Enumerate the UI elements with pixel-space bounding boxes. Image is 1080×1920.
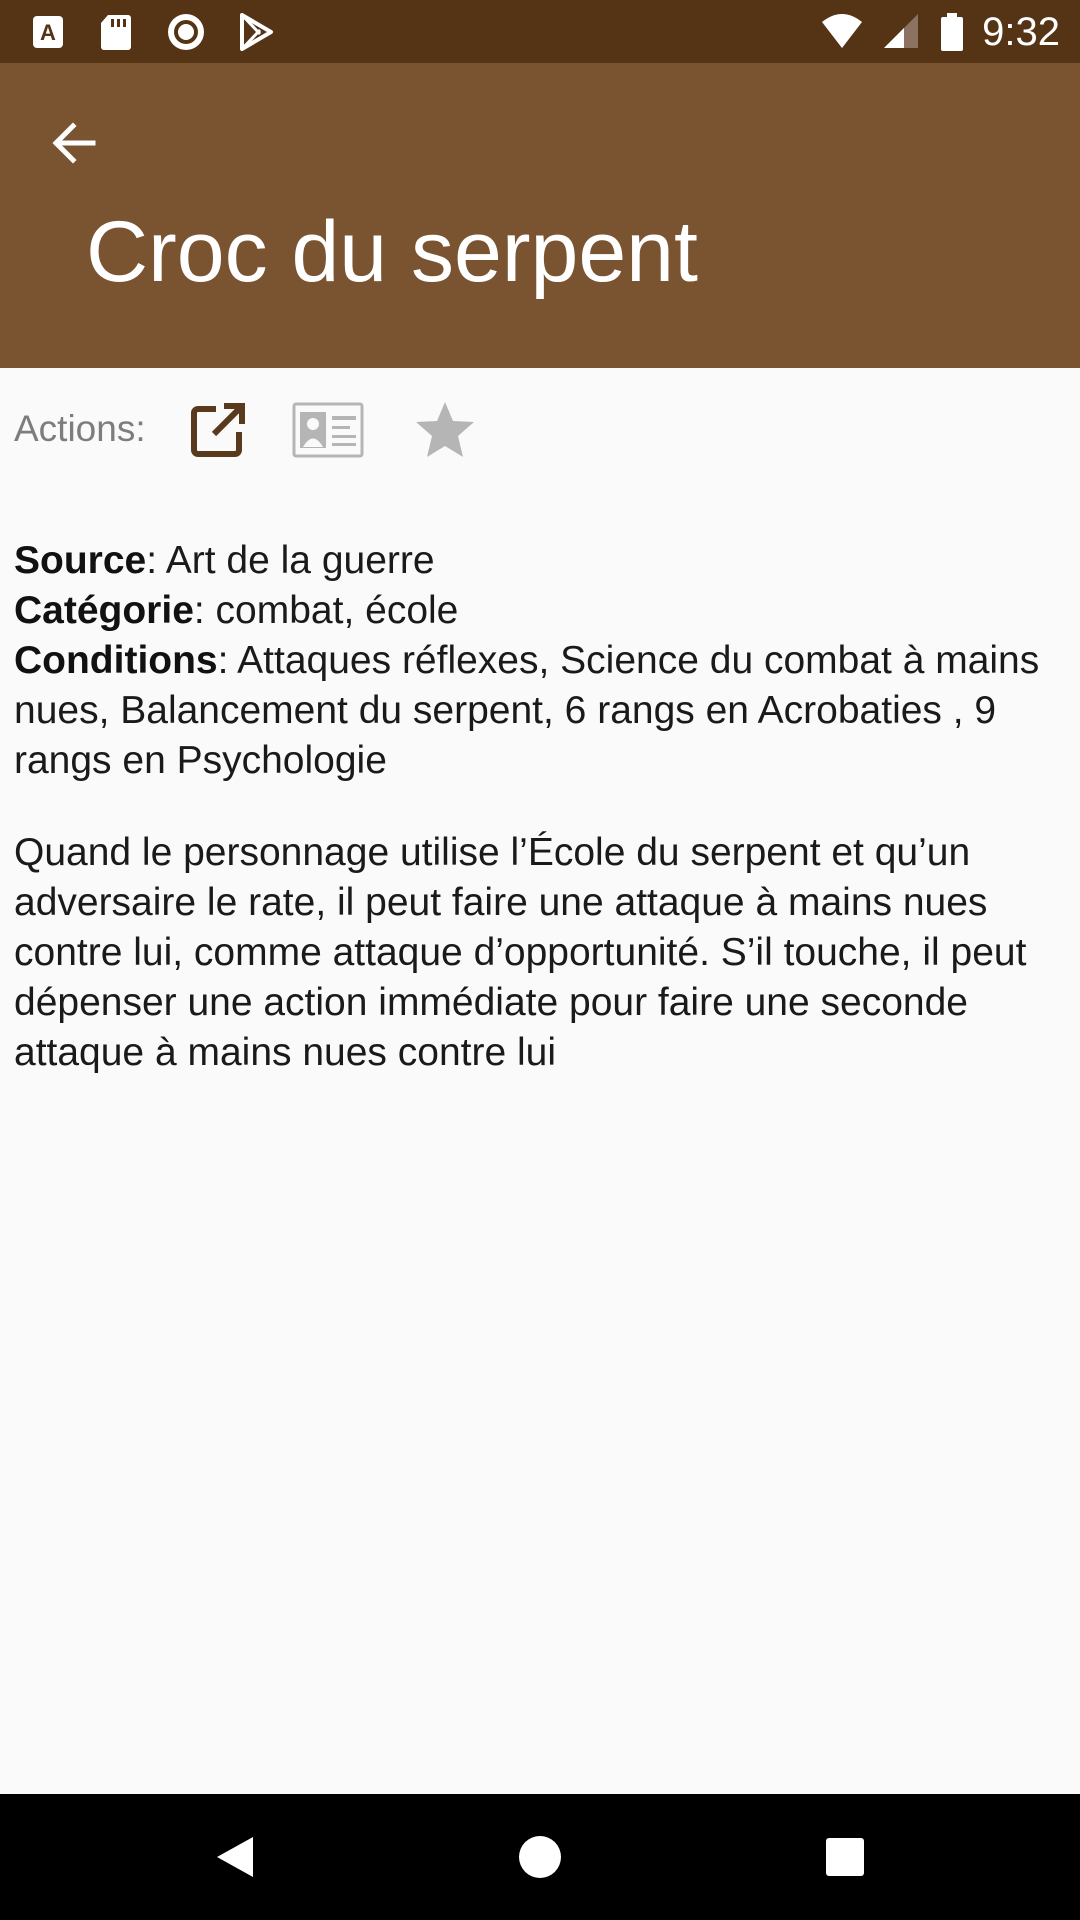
status-bar: A 9:32 — [0, 0, 1080, 63]
star-icon — [416, 402, 474, 457]
open-external-icon — [191, 403, 245, 457]
feat-content: Source: Art de la guerre Catégorie: comb… — [14, 536, 1054, 1078]
conditions-line: Conditions: Attaques réflexes, Science d… — [14, 636, 1054, 786]
nav-recents-icon — [826, 1838, 864, 1876]
page-title: Croc du serpent — [86, 204, 698, 300]
nav-home-button[interactable] — [505, 1822, 575, 1892]
record-icon — [168, 14, 204, 50]
source-value: : Art de la guerre — [146, 539, 435, 582]
status-time: 9:32 — [982, 9, 1060, 54]
nav-back-icon — [217, 1837, 253, 1877]
app-toolbar: Croc du serpent — [0, 63, 1080, 368]
category-value: : combat, école — [193, 589, 459, 632]
nav-home-icon — [519, 1836, 561, 1878]
source-label: Source — [14, 539, 147, 582]
id-card-icon — [292, 402, 364, 458]
battery-icon — [941, 13, 964, 51]
a-badge-icon: A — [33, 16, 63, 48]
id-card-button[interactable] — [288, 392, 368, 468]
wifi-icon — [822, 14, 863, 48]
play-store-icon — [240, 13, 273, 51]
open-external-button[interactable] — [180, 392, 256, 468]
back-button[interactable] — [42, 111, 106, 175]
conditions-label: Conditions — [14, 639, 218, 682]
status-left-icons: A — [30, 10, 274, 54]
favorite-button[interactable] — [408, 392, 482, 468]
actions-row: Actions: — [14, 392, 1064, 468]
nav-back-button[interactable] — [200, 1822, 270, 1892]
navigation-bar — [0, 1794, 1080, 1920]
feat-description: Quand le personnage utilise l’École du s… — [14, 831, 1027, 1074]
category-label: Catégorie — [14, 589, 194, 632]
sd-card-icon — [101, 15, 131, 50]
actions-label: Actions: — [14, 408, 146, 449]
signal-icon — [884, 14, 919, 48]
status-right-icons: 9:32 — [820, 8, 1060, 56]
arrow-left-icon — [52, 122, 96, 164]
nav-recents-button[interactable] — [810, 1822, 880, 1892]
svg-text:A: A — [40, 20, 56, 45]
source-line: Source: Art de la guerre — [14, 536, 1054, 586]
category-line: Catégorie: combat, école — [14, 586, 1054, 636]
